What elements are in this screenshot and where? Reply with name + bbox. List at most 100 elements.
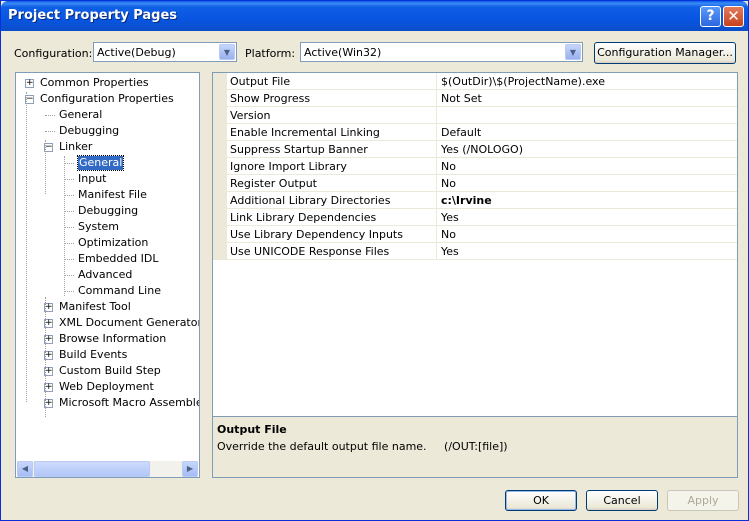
help-button[interactable]: ? xyxy=(700,6,721,27)
tree-item-label: Debugging xyxy=(59,124,120,137)
scroll-left-icon[interactable]: ◀ xyxy=(17,461,33,477)
row-gutter xyxy=(213,243,227,260)
help-icon: ? xyxy=(706,8,715,24)
property-name: Output File xyxy=(230,75,291,88)
property-value[interactable]: Yes xyxy=(441,245,459,258)
tree-item-label: Embedded IDL xyxy=(78,252,159,265)
chevron-down-icon[interactable]: ▼ xyxy=(219,44,235,60)
tree-item-label: Build Events xyxy=(59,348,128,361)
configuration-manager-button[interactable]: Configuration Manager... xyxy=(594,42,736,64)
tree-connector xyxy=(64,275,74,276)
property-row[interactable]: Use Library Dependency Inputs No xyxy=(213,226,737,243)
scrollbar-thumb[interactable] xyxy=(34,461,150,477)
property-value[interactable]: No xyxy=(441,228,456,241)
horizontal-scrollbar[interactable]: ◀ ▶ xyxy=(17,461,198,477)
ok-button[interactable]: OK xyxy=(505,490,577,511)
chevron-down-icon[interactable]: ▼ xyxy=(565,44,581,60)
tree-item-label: Configuration Properties xyxy=(40,92,174,105)
property-row[interactable]: Enable Incremental Linking Default xyxy=(213,124,737,141)
property-name: Show Progress xyxy=(230,92,311,105)
tree-connector xyxy=(45,297,46,417)
property-value[interactable]: Default xyxy=(441,126,481,139)
property-name: Link Library Dependencies xyxy=(230,211,377,224)
property-value[interactable]: Yes (/NOLOGO) xyxy=(441,143,523,156)
tree-item-label: Web Deployment xyxy=(59,380,154,393)
close-button[interactable]: ✕ xyxy=(723,6,744,27)
property-grid[interactable]: Output File $(OutDir)\$(ProjectName).exe S… xyxy=(212,72,738,416)
property-name: Version xyxy=(230,109,271,122)
property-name: Use UNICODE Response Files xyxy=(230,245,390,258)
column-divider xyxy=(436,175,437,192)
property-name: Additional Library Directories xyxy=(230,194,391,207)
cancel-button[interactable]: Cancel xyxy=(586,490,658,511)
property-row[interactable]: Ignore Import Library No xyxy=(213,158,737,175)
tree-item-label: General xyxy=(59,108,103,121)
tree-item-label: Debugging xyxy=(78,204,139,217)
property-row[interactable]: Register Output No xyxy=(213,175,737,192)
column-divider xyxy=(436,73,437,90)
tree-connector xyxy=(64,291,74,292)
apply-button[interactable]: Apply xyxy=(667,490,739,511)
column-divider xyxy=(436,107,437,124)
column-divider xyxy=(436,192,437,209)
tree-connector xyxy=(45,131,55,132)
row-divider xyxy=(227,259,737,260)
property-row[interactable]: Additional Library Directories c:\Irvine xyxy=(213,192,737,209)
property-value[interactable]: No xyxy=(441,160,456,173)
tree-connector xyxy=(45,115,55,116)
platform-select[interactable]: Active(Win32) ▼ xyxy=(300,42,583,62)
tree-connector xyxy=(26,92,27,402)
tree-connector xyxy=(64,243,74,244)
property-row[interactable]: Use UNICODE Response Files Yes xyxy=(213,243,737,260)
scroll-right-icon[interactable]: ▶ xyxy=(182,461,198,477)
column-divider xyxy=(436,90,437,107)
tree-connector xyxy=(64,259,74,260)
property-name: Suppress Startup Banner xyxy=(230,143,368,156)
column-divider xyxy=(436,209,437,226)
tree-item-label: Input xyxy=(78,172,107,185)
tree-item-label: XML Document Generator xyxy=(59,316,200,329)
property-row[interactable]: Output File $(OutDir)\$(ProjectName).exe xyxy=(213,73,737,90)
tree-item-label: Linker xyxy=(59,140,93,153)
expand-icon[interactable]: + xyxy=(25,79,34,88)
column-divider xyxy=(436,124,437,141)
row-gutter xyxy=(213,124,227,141)
tree-connector xyxy=(64,156,65,296)
row-gutter xyxy=(213,90,227,107)
property-value[interactable]: $(OutDir)\$(ProjectName).exe xyxy=(441,75,605,88)
tree-connector xyxy=(64,195,74,196)
property-tree[interactable]: + Common Properties − Configuration Propert… xyxy=(15,72,200,478)
tree-item-label: Advanced xyxy=(78,268,133,281)
property-name: Enable Incremental Linking xyxy=(230,126,380,139)
row-gutter xyxy=(213,192,227,209)
tree-item-label: Browse Information xyxy=(59,332,167,345)
tree-connector xyxy=(64,211,74,212)
property-row[interactable]: Show Progress Not Set xyxy=(213,90,737,107)
property-value[interactable]: c:\Irvine xyxy=(441,194,492,207)
description-text: Override the default output file name. (… xyxy=(217,440,508,453)
tree-item-label: Command Line xyxy=(78,284,161,297)
property-value[interactable]: Not Set xyxy=(441,92,482,105)
description-panel: Output File Override the default output … xyxy=(212,416,738,478)
column-divider xyxy=(436,141,437,158)
property-name: Ignore Import Library xyxy=(230,160,347,173)
tree-connector xyxy=(64,163,74,164)
row-gutter xyxy=(213,226,227,243)
property-name: Register Output xyxy=(230,177,317,190)
column-divider xyxy=(436,243,437,260)
property-value[interactable]: Yes xyxy=(441,211,459,224)
property-value[interactable]: No xyxy=(441,177,456,190)
platform-value: Active(Win32) xyxy=(304,46,382,59)
property-row[interactable]: Suppress Startup Banner Yes (/NOLOGO) xyxy=(213,141,737,158)
title-bar[interactable]: Project Property Pages ? ✕ xyxy=(1,1,748,31)
tree-connector xyxy=(64,227,74,228)
window-title: Project Property Pages xyxy=(8,8,178,23)
property-row[interactable]: Link Library Dependencies Yes xyxy=(213,209,737,226)
row-gutter xyxy=(213,141,227,158)
platform-label: Platform: xyxy=(245,47,296,60)
property-name: Use Library Dependency Inputs xyxy=(230,228,403,241)
tree-connector xyxy=(45,140,46,194)
property-row[interactable]: Version xyxy=(213,107,737,124)
tree-item-label: Common Properties xyxy=(40,76,149,89)
configuration-select[interactable]: Active(Debug) ▼ xyxy=(93,42,237,62)
